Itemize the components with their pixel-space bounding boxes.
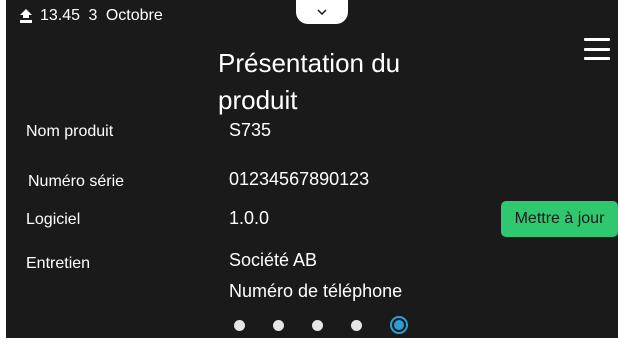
status-month: Octobre [105, 7, 163, 24]
product-name-value: S735 [229, 120, 272, 140]
page-indicator [234, 316, 408, 334]
status-datetime: 13.45 3 Octobre [40, 7, 167, 25]
service-phone-value: Numéro de téléphone [229, 281, 403, 301]
display-screen: 13.45 3 Octobre Présentation du produit … [6, 0, 618, 338]
chevron-down-icon [317, 9, 327, 15]
page-dot[interactable] [351, 319, 362, 331]
page-title: Présentation du produit [218, 48, 401, 115]
pull-down-tab[interactable] [296, 0, 348, 24]
service-company-value: Société AB [229, 250, 318, 270]
status-day: 3 [88, 7, 98, 24]
home-signal-icon [20, 9, 32, 23]
hamburger-menu-icon[interactable] [584, 38, 610, 60]
update-button[interactable]: Mettre à jour [501, 201, 618, 237]
status-time: 13.45 [40, 7, 81, 24]
product-name-label: Nom produit [26, 123, 114, 140]
software-label: Logiciel [26, 211, 81, 228]
serial-number-value: 01234567890123 [229, 169, 370, 189]
serial-number-label: Numéro série [28, 173, 125, 190]
page-dot[interactable] [312, 319, 323, 331]
service-label: Entretien [26, 255, 91, 272]
page-dot[interactable] [273, 319, 284, 331]
page-dot[interactable] [234, 319, 245, 331]
software-version-value: 1.0.0 [229, 208, 270, 228]
page-dot-active[interactable] [390, 316, 408, 334]
status-bar: 13.45 3 Octobre [20, 4, 167, 28]
